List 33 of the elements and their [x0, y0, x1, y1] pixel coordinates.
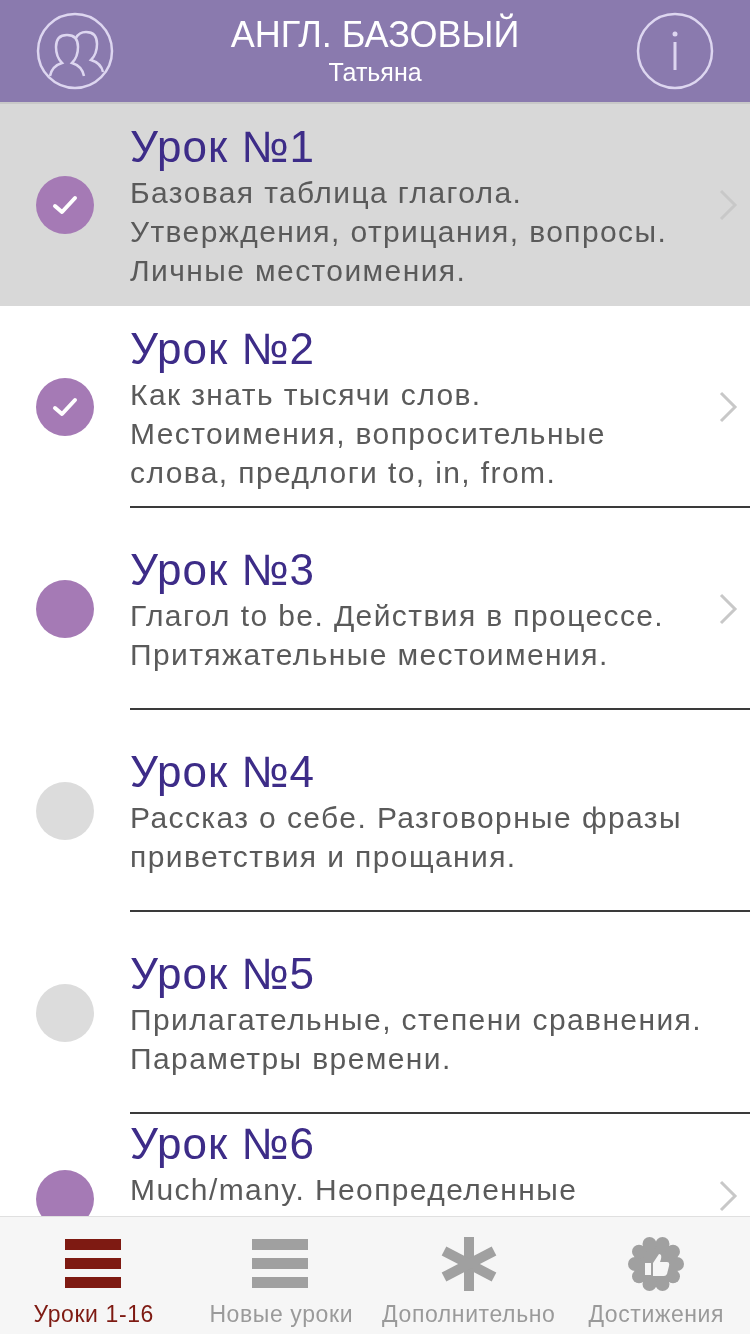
- lesson-row[interactable]: Урок №5 Прилагательные, степени сравнения. Параметры времени.: [0, 912, 750, 1114]
- menu-icon: [64, 1237, 123, 1291]
- tab-button[interactable]: Уроки 1-16: [0, 1217, 188, 1334]
- lesson-title: Урок №2: [130, 322, 316, 375]
- lesson-description: Рассказ о себе. Разговорные фразы приветствия и прощания.: [130, 800, 683, 875]
- status-dot: [36, 580, 94, 638]
- user-name: Татьяна: [328, 57, 422, 88]
- chevron-icon: [717, 1178, 739, 1214]
- lesson-description: Базовая таблица глагола. Утверждения, отрицания, вопросы. Личные местоимения.: [130, 174, 669, 289]
- check-icon: [52, 396, 78, 418]
- menu-icon: [252, 1237, 311, 1291]
- lesson-title: Урок №1: [130, 120, 316, 173]
- lesson-title: Урок №3: [130, 544, 316, 596]
- lesson-title: Урок №6: [130, 1118, 316, 1170]
- lesson-description: Глагол to be. Действия в процессе. Притяжательные местоимения.: [130, 598, 666, 673]
- screen-title: АНГЛ. БАЗОВЫЙ: [230, 14, 520, 56]
- status-dot: [36, 1170, 94, 1216]
- lesson-title: Урок №5: [130, 948, 316, 1000]
- lesson-row[interactable]: Урок №2 Как знать тысячи слов. Местоимения, вопросительные слова, предлоги to, in, from.: [0, 306, 750, 508]
- lesson-row[interactable]: Урок №1 Базовая таблица глагола. Утверждения, отрицания, вопросы. Личные местоимения.: [0, 104, 750, 306]
- lesson-row[interactable]: Урок №4 Рассказ о себе. Разговорные фразы приветствия и прощания.: [0, 710, 750, 912]
- lesson-description: Much/many. Неопределенные: [130, 1172, 579, 1208]
- thumbs-up-badge-icon: [627, 1237, 686, 1291]
- lesson-title: Урок №4: [130, 746, 316, 798]
- lesson-description: Прилагательные, степени сравнения. Параметры времени.: [130, 1002, 703, 1077]
- check-icon: [52, 194, 78, 216]
- asterisk-icon: [439, 1237, 498, 1291]
- lesson-description: Как знать тысячи слов. Местоимения, вопросительные слова, предлоги to, in, from.: [130, 376, 607, 491]
- lesson-row[interactable]: Урок №3 Глагол to be. Действия в процессе. Притяжательные местоимения.: [0, 508, 750, 710]
- chevron-icon: [717, 389, 739, 425]
- chevron-icon: [717, 591, 739, 627]
- info-icon[interactable]: [636, 12, 714, 90]
- users-icon[interactable]: [36, 12, 114, 90]
